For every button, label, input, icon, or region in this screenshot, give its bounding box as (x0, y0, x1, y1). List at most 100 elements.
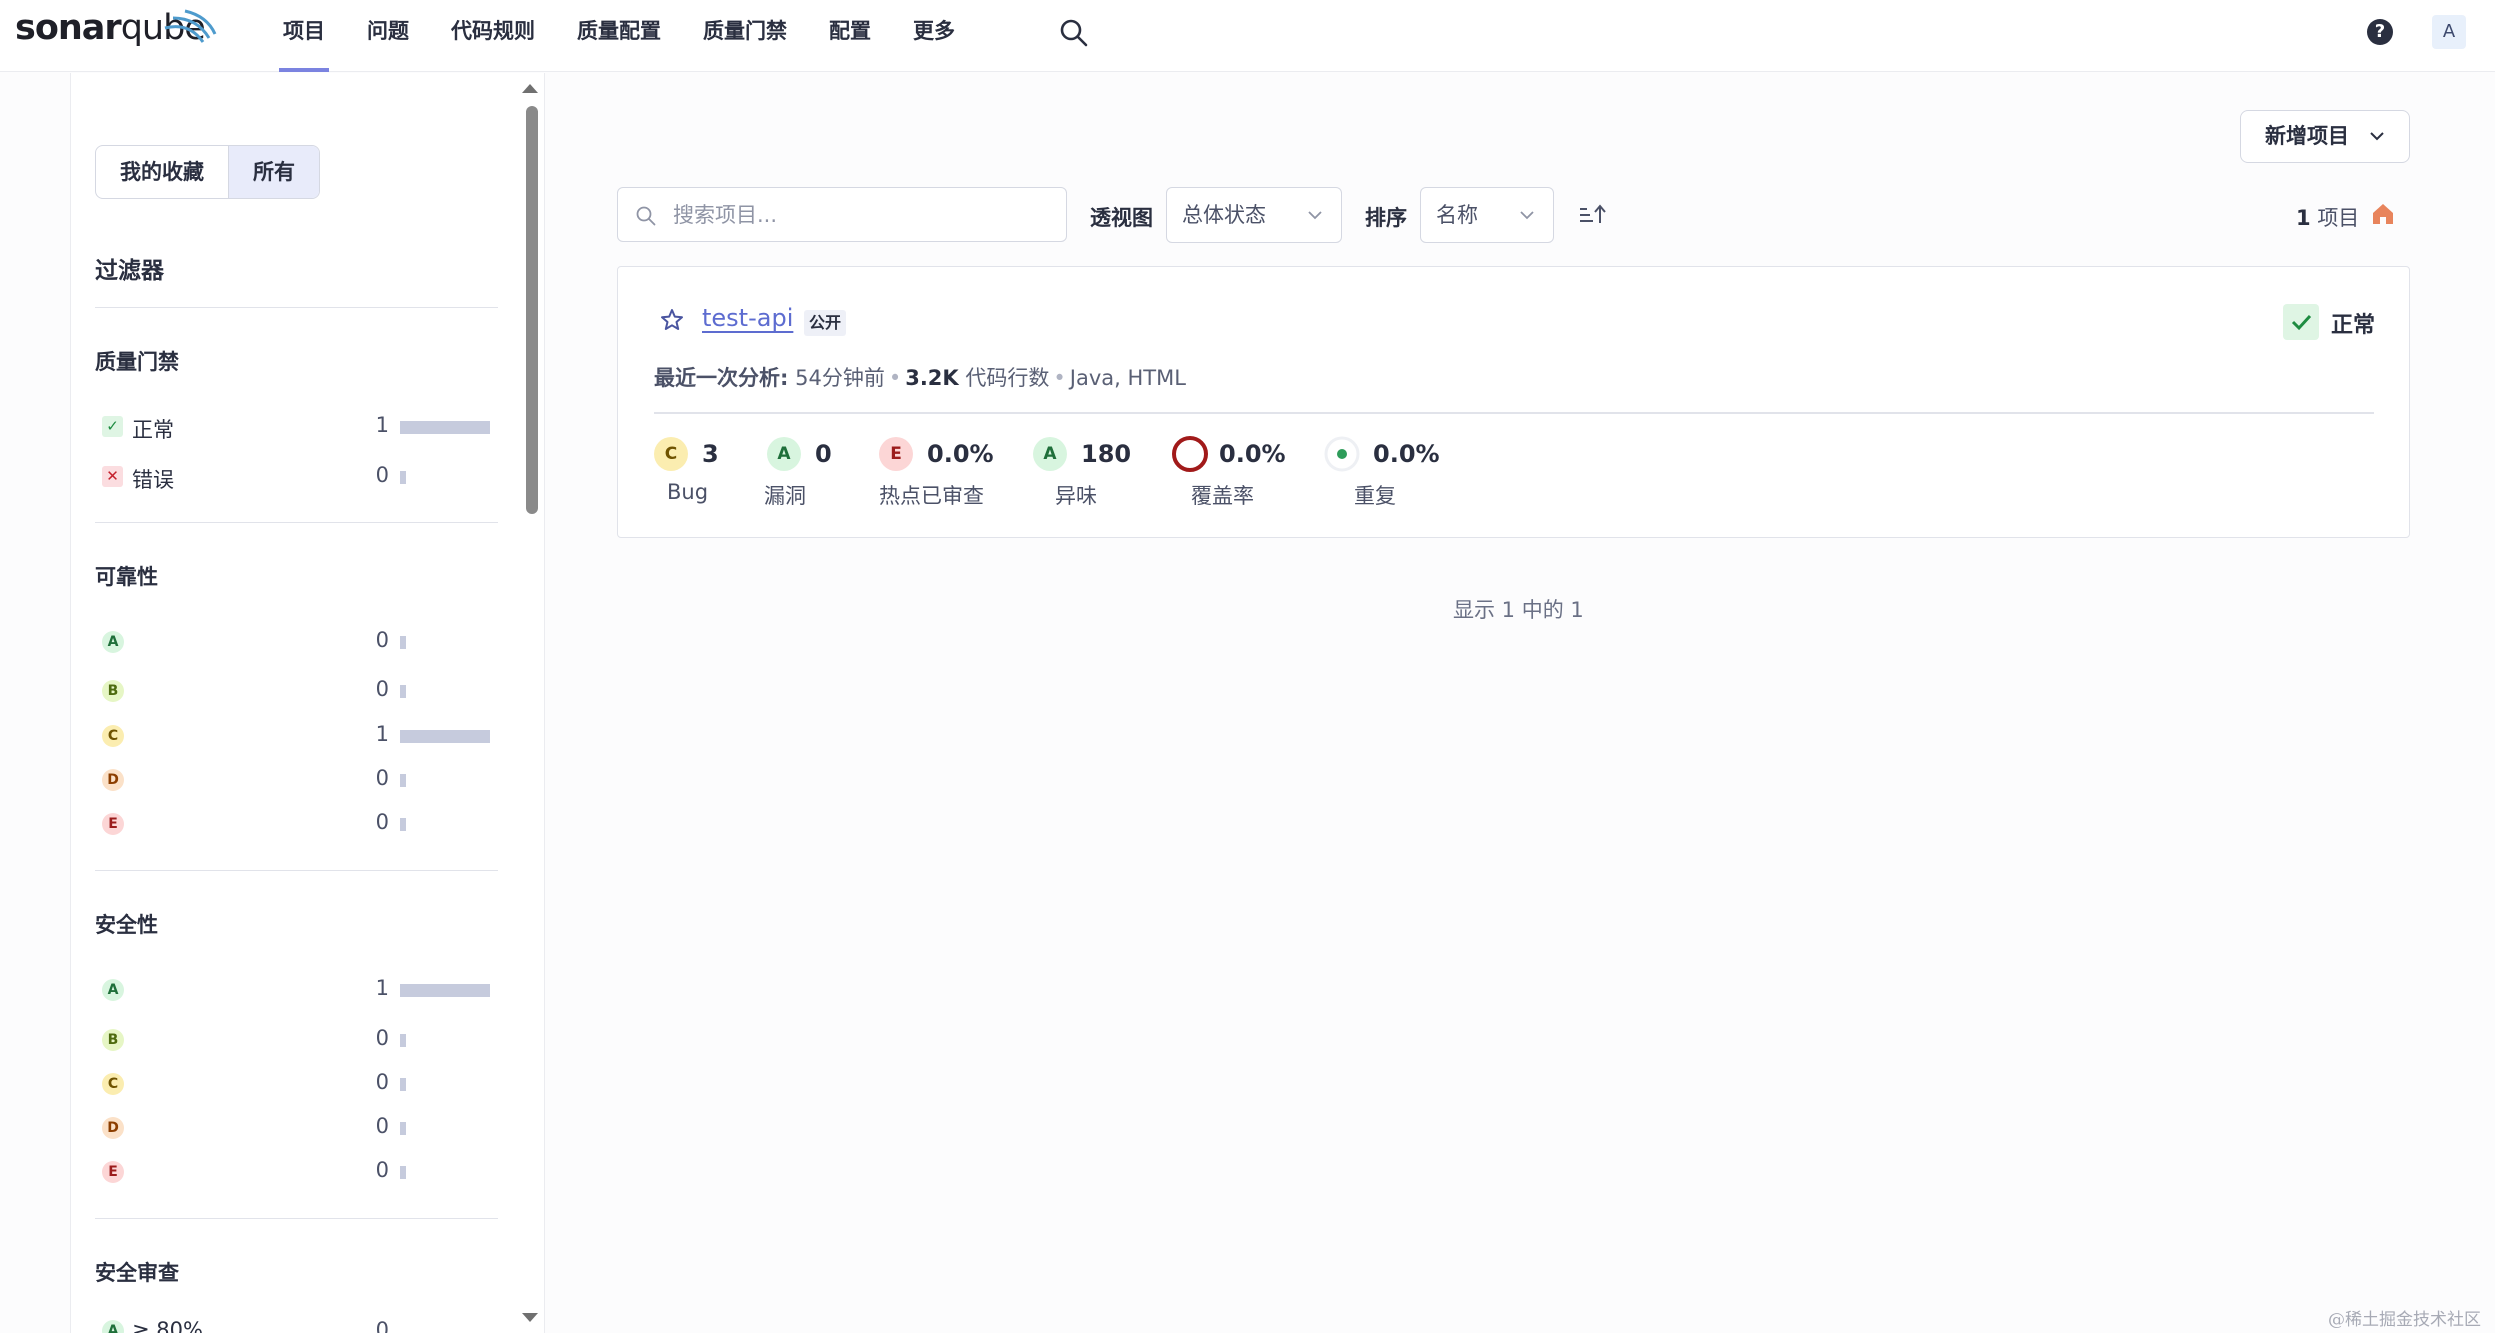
metric-duplications[interactable]: 0.0% 重复 (1323, 431, 1443, 521)
filter-count: 1 (375, 976, 389, 1000)
grade-badge: A (102, 631, 124, 653)
chevron-down-icon (1308, 211, 1322, 220)
filter-row-reliability-a[interactable]: A 0 (100, 627, 500, 657)
filter-count: 0 (375, 1320, 389, 1333)
user-avatar[interactable]: A (2432, 15, 2466, 49)
grade-badge: C (102, 725, 124, 747)
main-nav: 项目 问题 代码规则 质量配置 质量门禁 配置 更多 (262, 0, 976, 72)
filter-bar (400, 730, 490, 743)
nav-administration[interactable]: 配置 (808, 0, 892, 72)
filter-row-gate-ok[interactable]: ✓ 正常 1 (100, 412, 500, 442)
project-count-number: 1 (2296, 206, 2311, 230)
metric-bugs[interactable]: C 3 Bug (654, 431, 734, 521)
grade-badge: B (102, 680, 124, 702)
filter-label: 正常 (132, 418, 174, 442)
cross-icon: ✕ (102, 466, 123, 487)
scroll-up-arrow-icon[interactable] (522, 84, 538, 93)
analysis-label: 最近一次分析: (654, 366, 789, 390)
analysis-info: 最近一次分析: 54分钟前 • 3.2K 代码行数 • Java, HTML (654, 366, 1186, 390)
filter-row-gate-error[interactable]: ✕ 错误 0 (100, 462, 500, 492)
rating-badge: E (879, 437, 913, 471)
grade-badge: D (102, 1117, 124, 1139)
coverage-donut-icon (1172, 436, 1208, 472)
metric-code-smells[interactable]: A 180 异味 (1033, 431, 1133, 521)
rating-badge: C (654, 437, 688, 471)
logo-waves-icon (164, 9, 217, 43)
filter-row-security-a[interactable]: A 1 (100, 975, 500, 1005)
sort-label: 排序 (1365, 206, 1407, 230)
metric-label: 覆盖率 (1191, 484, 1254, 508)
project-search-box (617, 187, 1067, 242)
grade-badge: C (102, 1073, 124, 1095)
search-icon[interactable] (1059, 18, 1089, 48)
languages: Java, HTML (1069, 366, 1186, 390)
lines-of-code-label: 代码行数 (965, 366, 1050, 390)
sort-direction-icon[interactable] (1578, 203, 1606, 227)
filter-count: 1 (375, 413, 389, 437)
metric-hotspots-reviewed[interactable]: E 0.0% 热点已审查 (879, 431, 999, 521)
filter-row-reliability-c[interactable]: C 1 (100, 721, 500, 751)
top-navigation-bar: sonarqube 项目 问题 代码规则 质量配置 质量门禁 配置 更多 ? A (0, 0, 2495, 72)
grade-badge: A (102, 1320, 124, 1333)
new-project-button[interactable]: 新增项目 (2240, 110, 2410, 163)
nav-rules[interactable]: 代码规则 (430, 0, 556, 72)
card-divider (654, 412, 2374, 414)
sonarqube-logo[interactable]: sonarqube (15, 8, 217, 58)
project-count: 1 项目 (2296, 202, 2359, 232)
filter-row-reliability-d[interactable]: D 0 (100, 765, 500, 795)
metric-value: 3 (702, 440, 719, 468)
divider (95, 307, 498, 308)
filter-row-security-review-a[interactable]: A ≥ 80% 0 (100, 1320, 500, 1333)
metric-vulnerabilities[interactable]: A 0 漏洞 (764, 431, 847, 521)
rating-badge: A (1033, 437, 1067, 471)
rating-badge: A (767, 437, 801, 471)
filter-row-reliability-b[interactable]: B 0 (100, 676, 500, 706)
metric-coverage[interactable]: 0.0% 覆盖率 (1171, 431, 1291, 521)
chevron-down-icon (1520, 211, 1534, 220)
filter-bar (400, 1122, 406, 1135)
toggle-favorites[interactable]: 我的收藏 (96, 146, 228, 198)
chevron-down-icon (2370, 132, 2384, 141)
sort-select[interactable]: 名称 (1420, 187, 1554, 243)
filter-row-security-b[interactable]: B 0 (100, 1025, 500, 1055)
scroll-down-arrow-icon[interactable] (522, 1313, 538, 1322)
filter-bar (400, 421, 490, 434)
filter-count: 0 (375, 628, 389, 652)
metric-label: 热点已审查 (879, 484, 984, 508)
filter-bar (400, 471, 406, 484)
filter-bar (400, 774, 406, 787)
perspective-select[interactable]: 总体状态 (1166, 187, 1342, 243)
nav-issues[interactable]: 问题 (346, 0, 430, 72)
grade-badge: B (102, 1029, 124, 1051)
home-icon[interactable] (2371, 202, 2395, 226)
grade-badge: A (102, 979, 124, 1001)
security-review-filter-heading: 安全审查 (95, 1261, 179, 1285)
filter-count: 0 (375, 463, 389, 487)
filter-row-security-e[interactable]: E 0 (100, 1157, 500, 1187)
filter-count: 0 (375, 1158, 389, 1182)
filter-row-security-c[interactable]: C 0 (100, 1069, 500, 1099)
metric-label: Bug (667, 480, 709, 504)
sidebar-scrollbar-thumb[interactable] (526, 106, 538, 514)
favorite-star-icon[interactable] (660, 308, 684, 332)
filter-row-reliability-e[interactable]: E 0 (100, 809, 500, 839)
project-name-link[interactable]: test-api (702, 304, 793, 332)
nav-projects[interactable]: 项目 (262, 0, 346, 72)
duplication-indicator-icon (1324, 436, 1360, 472)
search-input[interactable] (673, 198, 1053, 232)
nav-more[interactable]: 更多 (892, 0, 976, 72)
divider (95, 1218, 498, 1219)
nav-quality-profiles[interactable]: 质量配置 (556, 0, 682, 72)
nav-quality-gates[interactable]: 质量门禁 (682, 0, 808, 72)
divider (95, 522, 498, 523)
filter-bar (400, 1078, 406, 1091)
filter-row-security-d[interactable]: D 0 (100, 1113, 500, 1143)
search-icon (636, 206, 656, 226)
watermark: @稀土掘金技术社区 (2328, 1310, 2481, 1330)
perspective-label: 透视图 (1090, 206, 1153, 230)
divider (95, 870, 498, 871)
filter-count: 0 (375, 766, 389, 790)
help-icon[interactable]: ? (2367, 19, 2393, 45)
toggle-all[interactable]: 所有 (228, 146, 319, 198)
check-icon: ✓ (102, 416, 123, 437)
